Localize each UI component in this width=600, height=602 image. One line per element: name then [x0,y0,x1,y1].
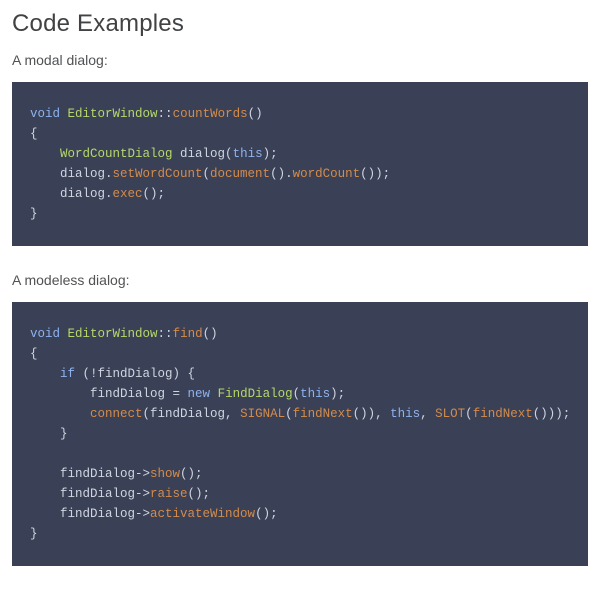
caption-modeless: A modeless dialog: [12,272,588,288]
code-block-modeless: void EditorWindow::find() { if (!findDia… [12,302,588,566]
caption-modal: A modal dialog: [12,52,588,68]
code-block-modal: void EditorWindow::countWords() { WordCo… [12,82,588,246]
section-heading: Code Examples [12,10,588,38]
